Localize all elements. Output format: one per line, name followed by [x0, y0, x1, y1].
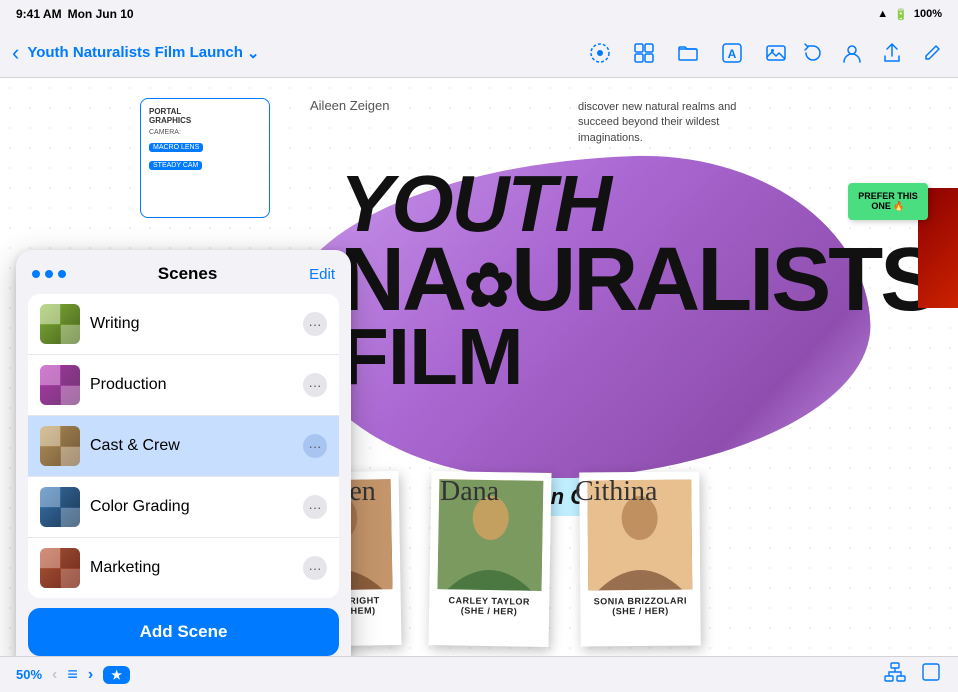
toolbar: ‹ Youth Naturalists Film Launch ⌄ [0, 28, 958, 78]
bottom-bar-left: 50% ‹ ≡ › ★ [16, 664, 130, 685]
scene-more-color-grading[interactable]: ··· [303, 495, 327, 519]
sticky-note-text: PREFER THIS ONE 🔥 [858, 191, 918, 211]
back-button[interactable]: ‹ [12, 40, 19, 66]
scene-more-production[interactable]: ··· [303, 373, 327, 397]
project-title: Youth Naturalists Film Launch [27, 44, 243, 61]
canvas-card-1: PORTALGRAPHICS CAMERA: MACRO LENS STEADY… [140, 98, 270, 218]
undo-icon[interactable] [798, 39, 826, 67]
prev-page-button[interactable]: ‹ [52, 666, 57, 684]
signature-3: Cithina [575, 476, 657, 508]
cast-name-3: SONIA BRIZZOLARI(SHE / HER) [588, 596, 692, 617]
scenes-edit-button[interactable]: Edit [309, 266, 335, 283]
scene-name-color-grading: Color Grading [90, 498, 293, 516]
status-date: Mon Jun 10 [68, 7, 134, 21]
text-icon[interactable]: A [718, 39, 746, 67]
scene-name-writing: Writing [90, 315, 293, 333]
scene-more-cast-crew[interactable]: ··· [303, 434, 327, 458]
dropdown-icon[interactable]: ⌄ [247, 44, 260, 62]
status-bar: 9:41 AM Mon Jun 10 ▲ 🔋 100% [0, 0, 958, 28]
wifi-icon: ▲ [877, 8, 888, 20]
scene-thumb-cast-crew [40, 426, 80, 466]
scenes-dot-2 [45, 270, 53, 278]
star-badge[interactable]: ★ [103, 666, 130, 684]
scene-item-marketing[interactable]: Marketing ··· [28, 538, 339, 598]
scene-name-production: Production [90, 376, 293, 394]
scene-item-writing[interactable]: Writing ··· [28, 294, 339, 355]
scenes-title: Scenes [66, 264, 309, 284]
folder-icon[interactable] [674, 39, 702, 67]
scenes-dot-1 [32, 270, 40, 278]
next-page-button[interactable]: › [88, 666, 93, 684]
scene-thumb-production [40, 365, 80, 405]
toolbar-right [798, 39, 946, 67]
list-icon[interactable]: ≡ [67, 664, 78, 685]
toolbar-center: A [586, 39, 790, 67]
zoom-level[interactable]: 50% [16, 667, 42, 682]
grid-icon[interactable] [630, 39, 658, 67]
battery-level: 100% [914, 8, 942, 20]
scene-more-writing[interactable]: ··· [303, 312, 327, 336]
scenes-dot-3 [58, 270, 66, 278]
film-title-film: FILM [340, 321, 937, 393]
scene-item-color-grading[interactable]: Color Grading ··· [28, 477, 339, 538]
scene-name-marketing: Marketing [90, 559, 293, 577]
scenes-panel: Scenes Edit Writing ··· [16, 250, 351, 670]
scene-more-marketing[interactable]: ··· [303, 556, 327, 580]
status-bar-right: ▲ 🔋 100% [877, 8, 942, 21]
square-icon[interactable] [920, 661, 942, 688]
add-scene-button[interactable]: Add Scene [28, 608, 339, 656]
scenes-dots [32, 270, 66, 278]
share-icon[interactable] [878, 39, 906, 67]
sticky-note: PREFER THIS ONE 🔥 [848, 183, 928, 220]
scene-item-cast-crew[interactable]: Cast & Crew ··· [28, 416, 339, 477]
hierarchy-icon[interactable] [884, 661, 906, 688]
scenes-list: Writing ··· Production ··· [28, 294, 339, 598]
image-icon[interactable] [762, 39, 790, 67]
svg-text:A: A [728, 47, 737, 61]
signature-2: Dana [440, 476, 499, 508]
film-title-naturalists: NA✿URALISTS [340, 240, 937, 321]
battery-icon: 🔋 [894, 8, 908, 21]
bottom-bar-right [884, 661, 942, 688]
scene-thumb-writing [40, 304, 80, 344]
bottom-bar: 50% ‹ ≡ › ★ [0, 656, 958, 692]
people-icon[interactable] [838, 39, 866, 67]
name-label: Aileen Zeigen [310, 98, 390, 113]
scene-item-production[interactable]: Production ··· [28, 355, 339, 416]
scenes-header: Scenes Edit [16, 250, 351, 294]
pencil-icon[interactable] [918, 39, 946, 67]
lasso-icon[interactable] [586, 39, 614, 67]
cast-name-2: CARLEY TAYLOR(SHE / HER) [437, 595, 541, 617]
scene-thumb-marketing [40, 548, 80, 588]
scene-thumb-color-grading [40, 487, 80, 527]
status-time: 9:41 AM [16, 7, 62, 21]
status-bar-left: 9:41 AM Mon Jun 10 [16, 7, 134, 21]
scene-name-cast-crew: Cast & Crew [90, 437, 293, 455]
toolbar-left: ‹ Youth Naturalists Film Launch ⌄ [12, 40, 578, 66]
toolbar-title: Youth Naturalists Film Launch ⌄ [27, 44, 259, 62]
description-text: discover new natural realms and succeed … [578, 100, 738, 146]
